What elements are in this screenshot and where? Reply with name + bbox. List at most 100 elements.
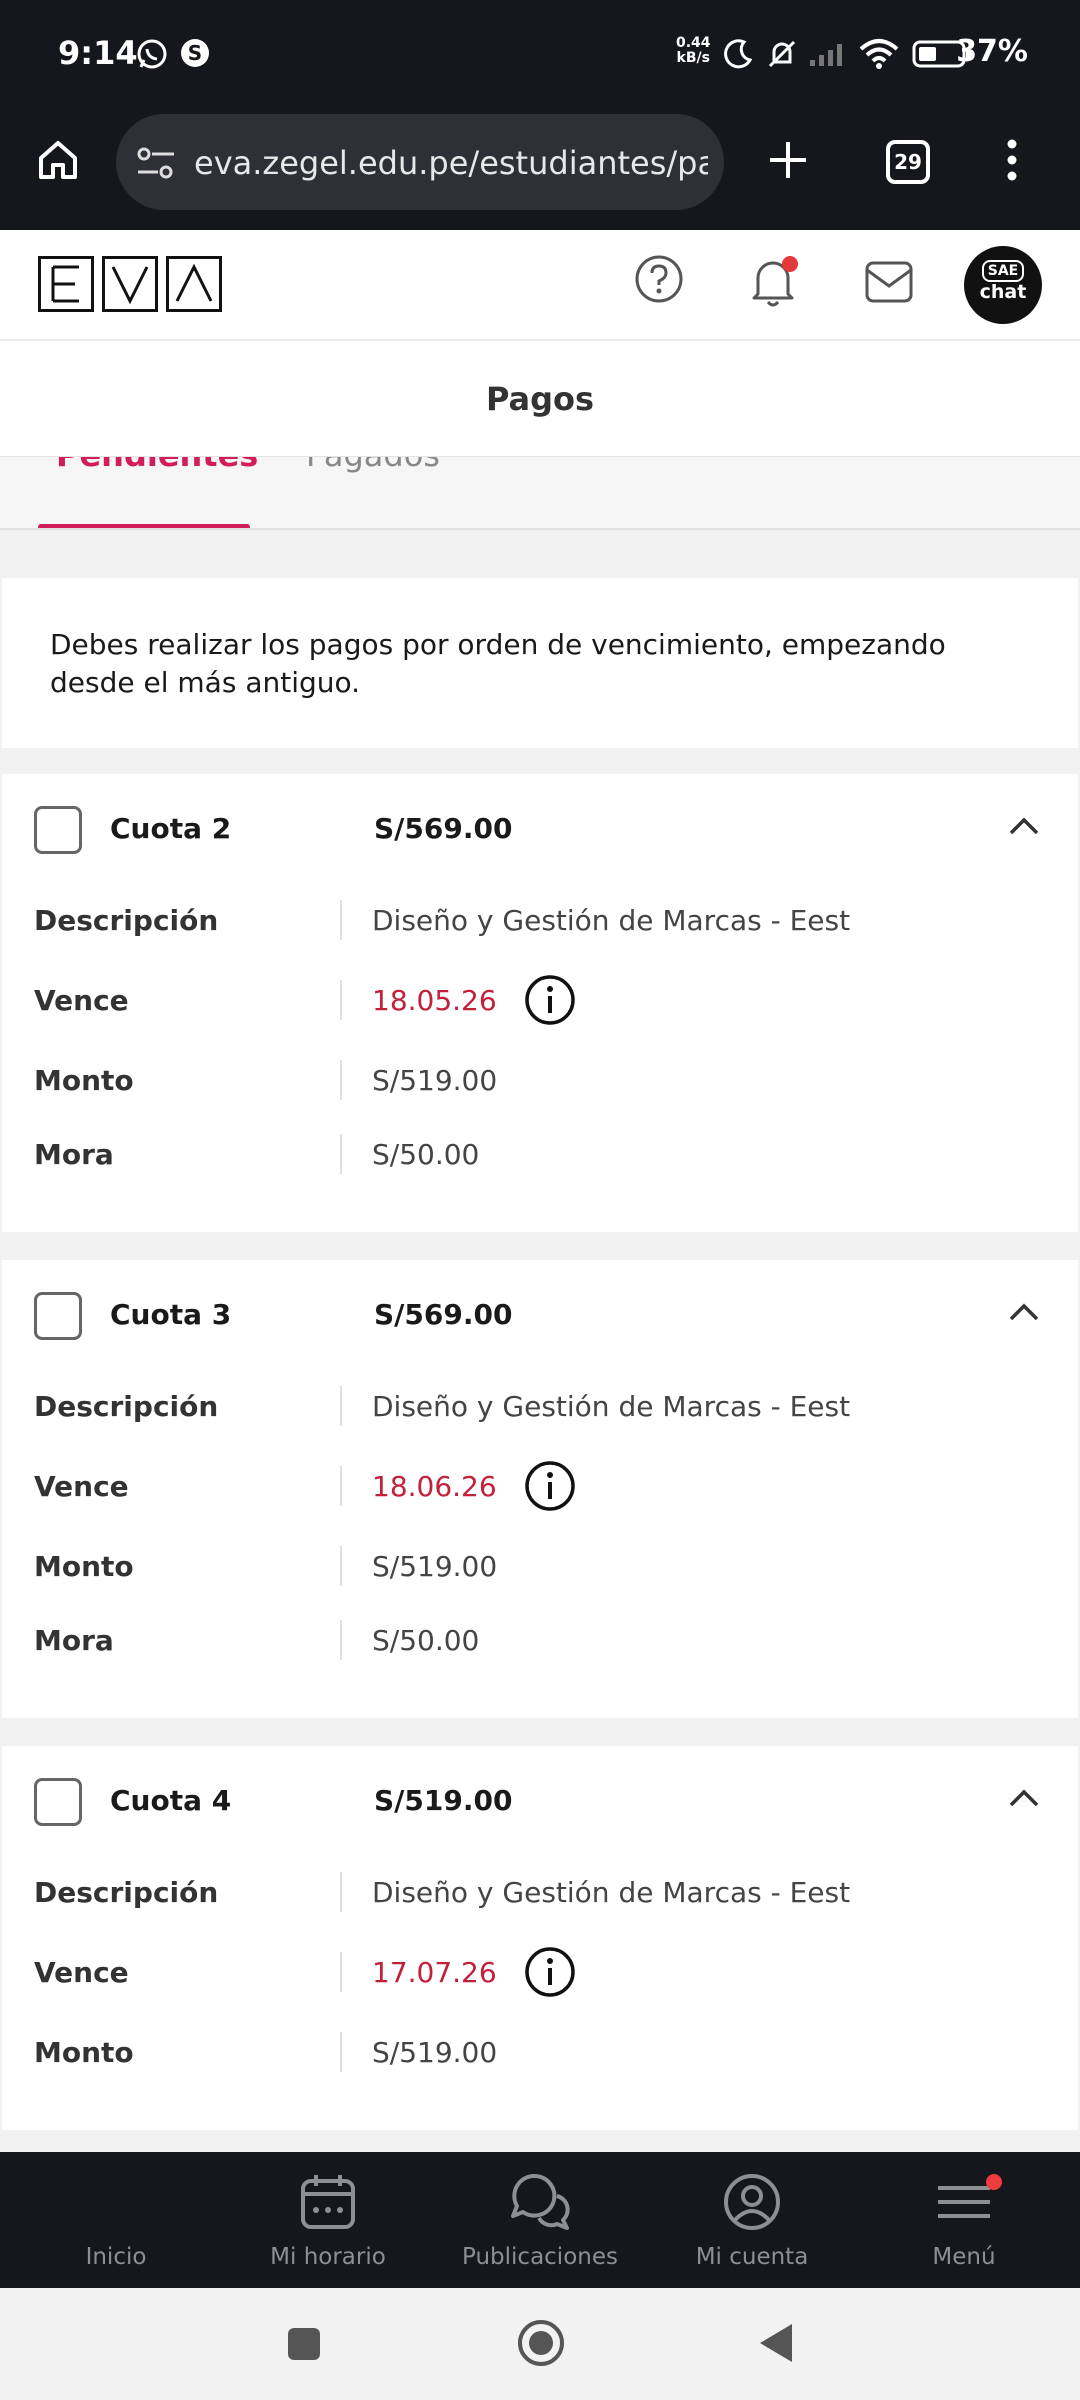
nav-label: Mi cuenta [695,2244,809,2270]
cuota-card-header[interactable]: Cuota 3 S/569.00 [2,1260,1078,1370]
nav-menu[interactable]: Menú [858,2152,1070,2288]
cuota-card: Cuota 2 S/569.00 Descripción Diseño y Ge… [2,774,1078,1232]
descripcion-value: Diseño y Gestión de Marcas - Eest [372,904,851,937]
help-icon[interactable] [634,254,684,308]
new-tab-icon[interactable] [764,136,812,188]
notification-dot [782,256,798,272]
payment-order-notice: Debes realizar los pagos por orden de ve… [2,578,1078,748]
mail-icon[interactable] [864,260,914,308]
address-bar[interactable]: eva.zegel.edu.pe/estudiantes/pa [116,114,724,210]
cuota-label: Cuota 3 [110,1298,232,1331]
row-divider [340,1060,342,1100]
sae-chat-label-bottom: chat [979,281,1027,303]
s-app-icon: S [180,38,210,72]
more-options-icon[interactable] [1006,138,1018,186]
status-time: 9:14 [58,34,138,72]
cuota-checkbox[interactable] [34,1292,82,1340]
mora-row: Mora S/50.00 [2,1612,1078,1672]
logo-letter-v [102,256,158,312]
mora-row: Mora S/50.00 [2,1126,1078,1186]
nav-publicaciones[interactable]: Publicaciones [434,2152,646,2288]
vence-row: Vence 17.07.26 [2,1944,1078,2004]
info-icon[interactable] [524,974,576,1030]
cuota-total: S/519.00 [374,1784,513,1817]
mora-value: S/50.00 [372,1624,480,1657]
cuota-label: Cuota 4 [110,1784,232,1817]
active-tab-indicator [38,524,250,528]
menu-notification-dot [986,2174,1002,2190]
cuota-total: S/569.00 [374,812,513,845]
page-title: Pagos [485,380,595,418]
back-icon[interactable] [756,2322,796,2368]
vence-value: 18.06.26 [372,1470,497,1503]
info-icon[interactable] [524,1460,576,1516]
url-text[interactable]: eva.zegel.edu.pe/estudiantes/pa [194,144,708,182]
nav-mi-horario[interactable]: Mi horario [222,2152,434,2288]
nav-label: Menú [932,2244,996,2270]
notice-text: Debes realizar los pagos por orden de ve… [50,628,946,699]
descripcion-label: Descripción [34,1390,219,1423]
app-header: SAE chat [0,230,1080,340]
whatsapp-icon [136,38,168,74]
descripcion-row: Descripción Diseño y Gestión de Marcas -… [2,892,1078,952]
chevron-up-icon[interactable] [1008,816,1040,840]
cuota-total: S/569.00 [374,1298,513,1331]
logo-letter-e [38,256,94,312]
status-bar: 9:14 S 0.44 kB/s 37% [0,0,1080,108]
bell-muted-icon [766,38,798,74]
cuota-card-header[interactable]: Cuota 2 S/569.00 [2,774,1078,884]
menu-icon [934,2172,994,2236]
moon-icon [722,38,754,74]
descripcion-row: Descripción Diseño y Gestión de Marcas -… [2,1378,1078,1438]
monto-value: S/519.00 [372,2036,498,2069]
row-divider [340,1466,342,1506]
vence-row: Vence 18.05.26 [2,972,1078,1032]
vence-label: Vence [34,984,129,1017]
info-icon[interactable] [524,1946,576,2002]
chevron-up-icon[interactable] [1008,1302,1040,1326]
cuota-card: Cuota 3 S/569.00 Descripción Diseño y Ge… [2,1260,1078,1718]
sae-chat-button[interactable]: SAE chat [964,246,1042,324]
vence-value: 18.05.26 [372,984,497,1017]
row-divider [340,1546,342,1586]
descripcion-value: Diseño y Gestión de Marcas - Eest [372,1390,851,1423]
cuota-checkbox[interactable] [34,1778,82,1826]
nav-label: Mi horario [270,2244,386,2270]
nav-inicio[interactable]: Inicio [10,2152,222,2288]
cuota-checkbox[interactable] [34,806,82,854]
row-divider [340,2032,342,2072]
system-home-icon[interactable] [516,2318,566,2372]
recents-icon[interactable] [286,2326,322,2366]
tab-switcher-button[interactable]: 29 [886,140,930,184]
network-speed-value: 0.44 [676,35,711,51]
site-settings-icon[interactable] [136,146,176,184]
cuota-label: Cuota 2 [110,812,232,845]
svg-text:S: S [188,41,202,65]
system-navigation [0,2288,1080,2400]
row-divider [340,900,342,940]
nav-mi-cuenta[interactable]: Mi cuenta [646,2152,858,2288]
account-icon [722,2172,782,2236]
monto-row: Monto S/519.00 [2,1538,1078,1598]
network-speed-unit: kB/s [676,50,710,66]
vence-row: Vence 18.06.26 [2,1458,1078,1518]
cuota-card-header[interactable]: Cuota 4 S/519.00 [2,1746,1078,1856]
descripcion-value: Diseño y Gestión de Marcas - Eest [372,1876,851,1909]
monto-value: S/519.00 [372,1064,498,1097]
vence-label: Vence [34,1470,129,1503]
page-title-bar: Pagos [0,341,1080,457]
network-speed: 0.44 kB/s [676,36,711,66]
browser-home-icon[interactable] [36,138,80,186]
descripcion-row: Descripción Diseño y Gestión de Marcas -… [2,1864,1078,1924]
row-divider [340,1952,342,1992]
chevron-up-icon[interactable] [1008,1788,1040,1812]
nav-label: Publicaciones [462,2244,618,2270]
wifi-icon [858,38,900,74]
eva-logo[interactable] [38,256,222,312]
monto-label: Monto [34,1064,134,1097]
row-divider [340,1134,342,1174]
mora-value: S/50.00 [372,1138,480,1171]
monto-row: Monto S/519.00 [2,2024,1078,2084]
sae-chat-label-top: SAE [981,260,1025,282]
browser-toolbar: eva.zegel.edu.pe/estudiantes/pa 29 [0,108,1080,230]
